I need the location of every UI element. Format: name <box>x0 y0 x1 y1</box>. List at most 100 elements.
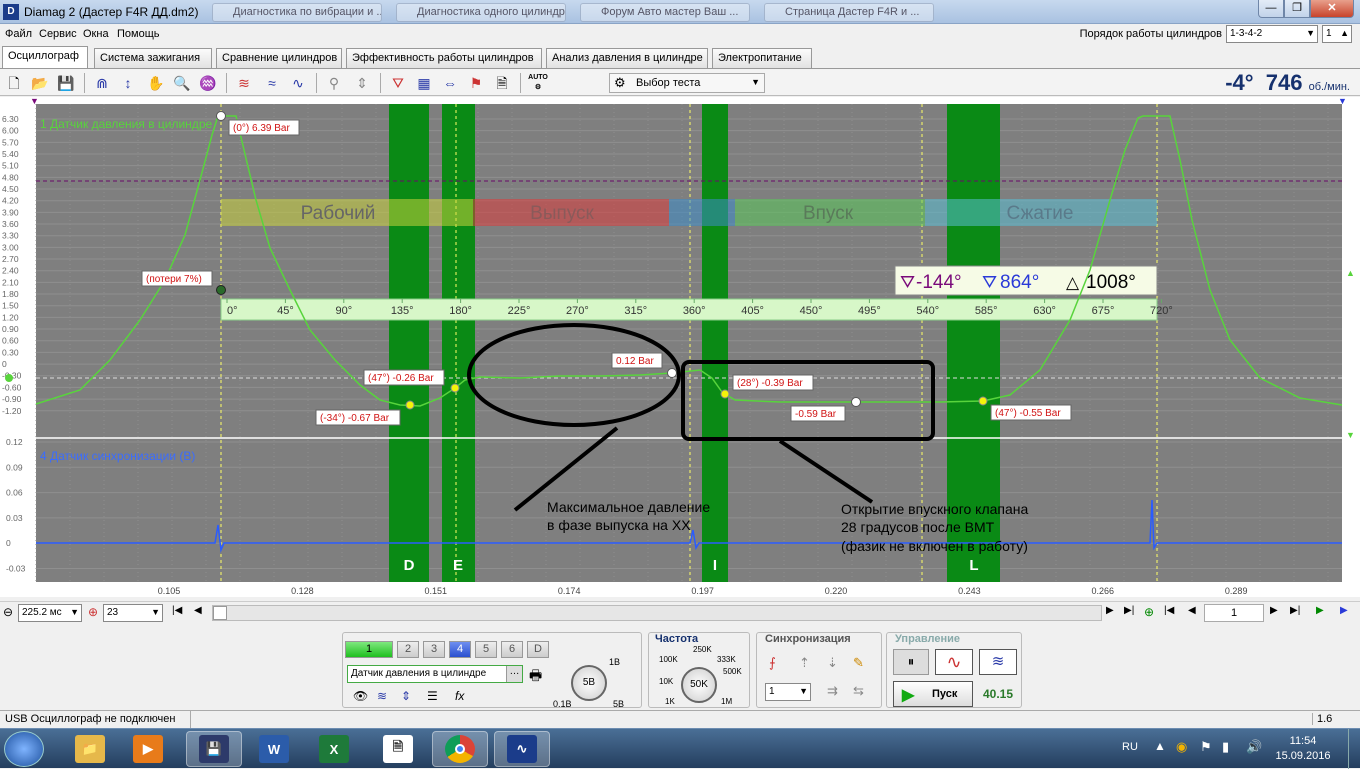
start-orb-icon[interactable] <box>4 731 44 767</box>
taskbar-word[interactable]: W <box>246 731 302 767</box>
background-window-3[interactable]: Форум Авто мастер Ваш ... <box>580 3 750 22</box>
tab-pressure-analysis[interactable]: Анализ давления в цилиндре <box>546 48 708 68</box>
show-desktop-button[interactable] <box>1348 729 1360 769</box>
scroll-down-handle[interactable]: ▼ <box>1346 430 1355 440</box>
channel1-zero-handle[interactable] <box>5 374 13 382</box>
channel-button-5[interactable]: 5 <box>475 641 497 658</box>
left-marker-icon[interactable]: ▼ <box>30 97 39 106</box>
pause-button[interactable]: ⏸ <box>893 649 929 675</box>
language-indicator[interactable]: RU <box>1122 741 1138 753</box>
channel-button-1[interactable]: 1 <box>345 641 393 658</box>
zoom-icon[interactable]: 🔍 <box>172 73 192 93</box>
sync-down-icon[interactable]: ⇣ <box>827 655 838 671</box>
test-select[interactable]: ⚙ Выбор теста ▼ <box>609 73 765 93</box>
horizontal-scrollbar[interactable] <box>212 605 1102 621</box>
open-folder-icon[interactable]: 📂 <box>30 73 50 93</box>
volt-knob[interactable]: 5В <box>571 665 607 701</box>
intake-min-marker[interactable] <box>851 397 861 407</box>
taskbar-chrome[interactable] <box>432 731 488 767</box>
multi-wave-icon[interactable]: ≋ <box>979 649 1017 675</box>
background-window-1[interactable]: Диагностика по вибрации и ... <box>212 3 382 22</box>
frames-prev-icon[interactable]: ◀ <box>1188 605 1196 616</box>
split-icon[interactable]: ⇔ <box>440 73 460 93</box>
tab-power[interactable]: Электропитание <box>712 48 812 68</box>
add-frame-icon[interactable]: ⊕ <box>1144 605 1154 619</box>
tray-network-icon[interactable]: ▮ <box>1222 739 1229 755</box>
background-window-2[interactable]: Диагностика одного цилиндра <box>396 3 566 22</box>
close-button[interactable]: ✕ <box>1310 0 1354 18</box>
taskbar-save[interactable]: 💾 <box>186 731 242 767</box>
loss-marker[interactable] <box>216 285 226 295</box>
channel-button-d[interactable]: D <box>527 641 549 658</box>
clock-date[interactable]: 15.09.2016 <box>1272 750 1334 762</box>
spring-icon[interactable]: ♒ <box>198 73 218 93</box>
tray-app-icon[interactable]: ◉ <box>1176 739 1187 755</box>
tab-ignition[interactable]: Система зажигания <box>94 48 212 68</box>
sensor-select[interactable]: Датчик давления в цилиндре… <box>347 665 523 683</box>
next-frame-icon[interactable]: ▶ <box>1106 605 1114 616</box>
frames-next-icon[interactable]: ▶ <box>1270 605 1278 616</box>
tab-cylinder-compare[interactable]: Сравнение цилиндров <box>216 48 342 68</box>
new-file-icon[interactable]: 🗋 <box>4 73 24 93</box>
play-icon[interactable]: ▶ <box>1316 605 1324 616</box>
taskbar-explorer[interactable]: 📁 <box>62 731 118 767</box>
cylinder-order-select[interactable]: 1-3-4-2 ▼ <box>1226 25 1318 43</box>
single-wave-icon[interactable]: ∿ <box>935 649 973 675</box>
tray-volume-icon[interactable]: 🔊 <box>1246 739 1262 755</box>
sync-collapse-icon[interactable]: ⇆ <box>853 683 864 699</box>
sync-up-icon[interactable]: ⇡ <box>799 655 810 671</box>
zoom-out-icon[interactable]: ⊖ <box>3 605 13 619</box>
menu-windows[interactable]: Окна <box>83 28 109 40</box>
marker-filter-icon[interactable]: ⛛ <box>388 73 408 93</box>
auto-detect-icon[interactable]: AUTO ⚙ <box>528 73 548 93</box>
cylinder-number-select[interactable]: 1 ▲ <box>1322 25 1352 43</box>
sync-rising-icon[interactable]: ⨍ <box>769 655 776 671</box>
background-window-4[interactable]: Страница Дастер F4R и ... <box>764 3 934 22</box>
sync-expand-icon[interactable]: ⇉ <box>827 683 838 699</box>
clock-time[interactable]: 11:54 <box>1280 735 1326 747</box>
save-icon[interactable]: 💾 <box>56 73 76 93</box>
flag-icon[interactable]: ⚑ <box>466 73 486 93</box>
tab-oscilloscope[interactable]: Осциллограф <box>2 46 88 68</box>
tray-arrow-icon[interactable]: ▲ <box>1154 739 1166 753</box>
taskbar-media[interactable]: ▶ <box>120 731 176 767</box>
play-all-icon[interactable]: ▶ <box>1340 605 1348 616</box>
table-icon[interactable]: ▦ <box>414 73 434 93</box>
auto-icon[interactable]: ⚲ <box>324 73 344 93</box>
line-style-icon[interactable]: ☰ <box>427 689 438 703</box>
frame-number[interactable]: 1 <box>1204 604 1264 622</box>
menu-service[interactable]: Сервис <box>39 28 77 40</box>
formula-icon[interactable]: fx <box>455 689 464 703</box>
eye-icon[interactable]: 👁 <box>353 689 368 703</box>
document-icon[interactable]: 🗎 <box>492 73 512 93</box>
right-marker-icon[interactable]: ▼ <box>1338 97 1347 106</box>
scrollbar-thumb[interactable] <box>213 606 227 620</box>
channel-button-4[interactable]: 4 <box>449 641 471 658</box>
wave-icon[interactable]: ≋ <box>377 689 387 703</box>
tab-efficiency[interactable]: Эффективность работы цилиндров <box>346 48 542 68</box>
timebase-select[interactable]: 225.2 мс ▼ <box>18 604 82 622</box>
frames-first-icon[interactable]: |◀ <box>1164 605 1174 616</box>
max-exhaust-marker[interactable] <box>667 368 677 378</box>
hand-pan-icon[interactable]: ✋ <box>146 73 166 93</box>
wave-filter-icon[interactable]: ≋ <box>234 73 254 93</box>
taskbar-excel[interactable]: X <box>306 731 362 767</box>
menu-help[interactable]: Помощь <box>117 28 160 40</box>
wave-average-icon[interactable]: ≈ <box>262 73 282 93</box>
frequency-knob[interactable]: 50K <box>681 667 717 703</box>
prev-frame-icon[interactable]: ◀ <box>194 605 202 616</box>
taskbar-diamag[interactable]: ∿ <box>494 731 550 767</box>
channel-button-3[interactable]: 3 <box>423 641 445 658</box>
sync-auto-icon[interactable]: ✎ <box>853 655 864 671</box>
sync-channel-select[interactable]: 1 ▼ <box>765 683 811 701</box>
scroll-up-handle[interactable]: ▲ <box>1346 268 1355 278</box>
peak-marker[interactable] <box>216 111 226 121</box>
menu-file[interactable]: Файл <box>5 28 32 40</box>
wave-envelope-icon[interactable]: ∿ <box>288 73 308 93</box>
maximize-button[interactable]: ❐ <box>1284 0 1310 18</box>
oscilloscope-plot[interactable]: 6.30 6.005.70 5.40 5.104.80 4.50 4.203.90 3.60… <box>0 97 1360 597</box>
taskbar-notepad[interactable]: 🗎 <box>370 731 426 767</box>
start-button[interactable]: ▶ Пуск <box>893 681 973 707</box>
trigger-icon[interactable]: ⊕ <box>88 605 98 619</box>
tray-flag-icon[interactable]: ⚑ <box>1200 739 1212 755</box>
